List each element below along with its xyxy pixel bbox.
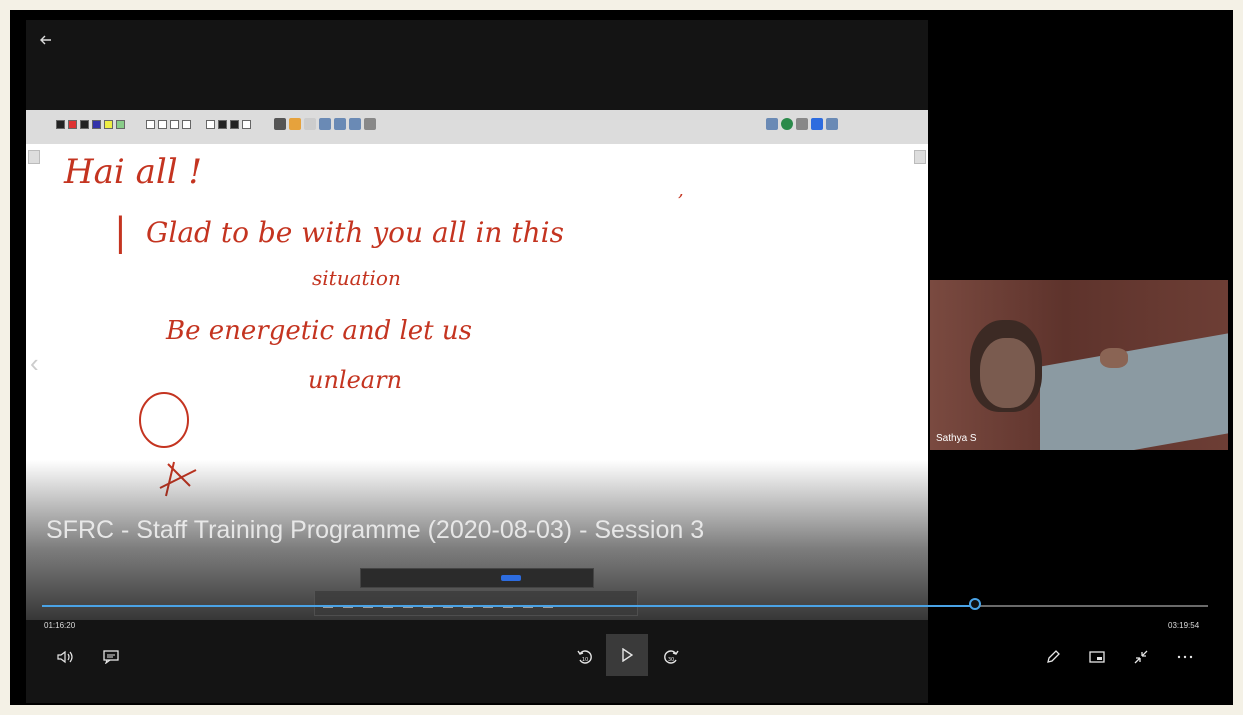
- svg-text:30: 30: [668, 657, 674, 663]
- skip-back-button[interactable]: 10: [570, 644, 600, 670]
- insert-tools: [274, 117, 376, 131]
- skip-back-10-icon: 10: [577, 650, 592, 664]
- right-tools: [766, 117, 838, 131]
- skip-forward-button[interactable]: 30: [656, 644, 686, 670]
- arrow-left-icon: [40, 35, 51, 45]
- color-palette: [56, 117, 125, 131]
- ink-dot: ,: [678, 180, 684, 201]
- scroll-up-right: [914, 150, 926, 164]
- duration: 03:19:54: [1168, 621, 1200, 630]
- participant-face: [980, 338, 1035, 408]
- zoom-notification: [360, 568, 594, 588]
- ink-bar: |: [114, 210, 127, 254]
- ink-line-1: Hai all !: [64, 152, 203, 192]
- exit-fullscreen-icon: [1134, 650, 1148, 664]
- more-icon: [1177, 655, 1193, 659]
- play-icon: [622, 648, 633, 662]
- edit-button[interactable]: [1040, 644, 1066, 670]
- pen-icon: [1047, 650, 1060, 663]
- whiteboard-toolbar: [26, 110, 928, 145]
- captions-icon: [103, 650, 119, 664]
- stroke-tools: [206, 117, 251, 131]
- toast-action-button[interactable]: [501, 575, 521, 581]
- back-button[interactable]: [34, 28, 58, 52]
- current-time: 01:16:20: [44, 621, 76, 630]
- play-button[interactable]: [606, 634, 648, 676]
- ink-line-2: Glad to be with you all in this: [146, 216, 564, 249]
- volume-icon: [57, 650, 73, 664]
- miniplayer-icon: [1089, 651, 1105, 663]
- progress-bar[interactable]: [42, 598, 1208, 610]
- ink-line-4: Be energetic and let us: [166, 316, 472, 346]
- scroll-up-left: [28, 150, 40, 164]
- ink-line-3: situation: [312, 266, 401, 290]
- ink-line-5: unlearn: [308, 366, 403, 394]
- previous-arrow-icon[interactable]: ‹: [30, 348, 39, 379]
- svg-text:10: 10: [582, 657, 588, 663]
- captions-button[interactable]: [98, 644, 124, 670]
- participant-name: Sathya S: [936, 433, 977, 444]
- skip-forward-30-icon: 30: [664, 650, 679, 664]
- participant-hand: [1100, 348, 1128, 368]
- exit-fullscreen-button[interactable]: [1128, 644, 1154, 670]
- more-button[interactable]: [1172, 644, 1198, 670]
- line-tools: [146, 117, 191, 131]
- participant-video: Sathya S: [930, 280, 1228, 450]
- volume-button[interactable]: [52, 644, 78, 670]
- annotation-toolbar: [314, 590, 638, 616]
- progress-thumb[interactable]: [968, 598, 981, 610]
- progress-fill: [42, 605, 975, 607]
- video-title: SFRC - Staff Training Programme (2020-08…: [46, 516, 705, 544]
- miniplayer-button[interactable]: [1084, 644, 1110, 670]
